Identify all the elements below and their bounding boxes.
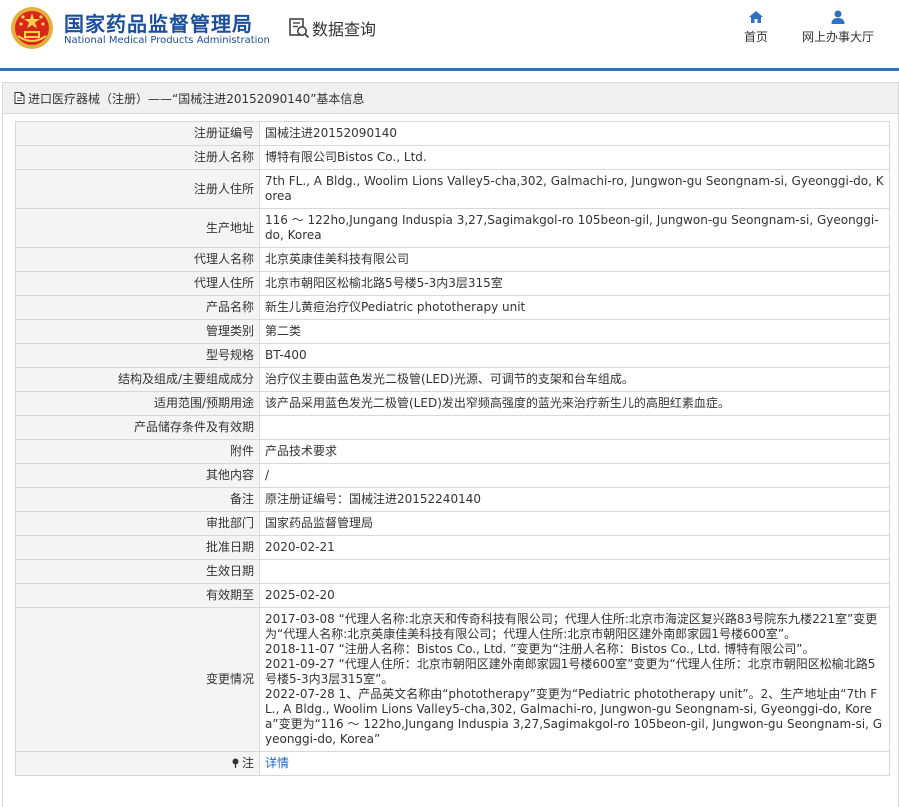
change-history: 2017-03-08 “代理人名称:北京天和传奇科技有限公司；代理人住所:北京市…	[259, 607, 890, 752]
nav-online-service-hall-label: 网上办事大厅	[801, 30, 874, 44]
field-value: 116 ～ 122ho,Jungang Induspia 3,27,Sagima…	[259, 208, 890, 248]
table-row: 结构及组成/主要组成成分 治疗仪主要由蓝色发光二极管(LED)光源、可调节的支架和…	[15, 367, 890, 392]
table-row: 代理人住所 北京市朝阳区松榆北路5号楼5-3内3层315室	[15, 271, 890, 296]
field-label: 变更情况	[15, 607, 260, 752]
field-value: 北京英康佳美科技有限公司	[259, 247, 890, 272]
data-query-label: 数据查询	[312, 20, 377, 39]
table-row: 生效日期	[15, 559, 890, 584]
table-row: 批准日期 2020-02-21	[15, 535, 890, 560]
table-row: 注册人住所 7th FL., A Bldg., Woolim Lions Vall…	[15, 169, 890, 209]
field-label: 生产地址	[15, 208, 260, 248]
field-label: 代理人名称	[15, 247, 260, 272]
header-divider	[0, 68, 899, 71]
detail-panel: 进口医疗器械（注册）——“国械注进20152090140”基本信息 注册证编号国…	[2, 82, 899, 807]
table-row-note: 注 详情	[15, 751, 890, 776]
field-label: 代理人住所	[15, 271, 260, 296]
field-value: 国家药品监督管理局	[259, 511, 890, 536]
field-value: 该产品采用蓝色发光二极管(LED)发出窄频高强度的蓝光来治疗新生儿的高胆红素血症…	[259, 391, 890, 416]
data-query-icon	[289, 18, 310, 39]
table-row: 附件 产品技术要求	[15, 439, 890, 464]
field-value: /	[259, 463, 890, 488]
field-label: 管理类别	[15, 319, 260, 344]
field-value: 新生儿黄疸治疗仪Pediatric phototherapy unit	[259, 295, 890, 320]
user-icon	[831, 10, 845, 24]
field-label: 型号规格	[15, 343, 260, 368]
table-row: 管理类别 第二类	[15, 319, 890, 344]
brand-name-en[interactable]: National Medical Products Administration	[64, 35, 270, 46]
data-query-section[interactable]: 数据查询	[288, 15, 376, 41]
table-row: 注册人名称 博特有限公司Bistos Co., Ltd.	[15, 145, 890, 170]
brand-name-cn[interactable]: 国家药品监督管理局	[64, 8, 253, 37]
table-row: 有效期至 2025-02-20	[15, 583, 890, 608]
field-value: 2020-02-21	[259, 535, 890, 560]
field-label: 适用范围/预期用途	[15, 391, 260, 416]
field-label: 注册证编号	[15, 121, 260, 146]
table-row: 注册证编号 国械注进20152090140	[15, 121, 890, 146]
field-value: 第二类	[259, 319, 890, 344]
field-label: 有效期至	[15, 583, 260, 608]
table-row: 其他内容 /	[15, 463, 890, 488]
table-row: 产品储存条件及有效期	[15, 415, 890, 440]
nav-home-label: 首页	[743, 30, 768, 44]
details-link[interactable]: 详情	[265, 756, 289, 770]
table-row: 产品名称 新生儿黄疸治疗仪Pediatric phototherapy unit	[15, 295, 890, 320]
field-value: BT-400	[259, 343, 890, 368]
home-icon	[749, 11, 763, 23]
site-header: 国家药品监督管理局 National Medical Products Admi…	[0, 0, 899, 68]
pin-icon	[232, 758, 239, 768]
field-label: 备注	[15, 487, 260, 512]
field-value: 治疗仪主要由蓝色发光二极管(LED)光源、可调节的支架和台车组成。	[259, 367, 890, 392]
table-row: 生产地址 116 ～ 122ho,Jungang Induspia 3,27,Sa…	[15, 208, 890, 248]
table-row: 型号规格 BT-400	[15, 343, 890, 368]
change-entry: 2021-09-27 “代理人住所：北京市朝阳区建外南郎家园1号楼600室”变更…	[265, 657, 876, 686]
panel-titlebar: 进口医疗器械（注册）——“国械注进20152090140”基本信息	[3, 83, 898, 114]
field-label: 审批部门	[15, 511, 260, 536]
field-label: 生效日期	[15, 559, 260, 584]
table-row: 适用范围/预期用途 该产品采用蓝色发光二极管(LED)发出窄频高强度的蓝光来治疗新…	[15, 391, 890, 416]
note-label: 注	[241, 756, 254, 770]
field-value: 国械注进20152090140	[259, 121, 890, 146]
change-entry: 2018-11-07 “注册人名称：Bistos Co., Ltd. ”变更为“…	[265, 642, 815, 656]
document-icon	[14, 92, 25, 104]
field-label: 注册人住所	[15, 169, 260, 209]
field-label: 结构及组成/主要组成成分	[15, 367, 260, 392]
field-value	[259, 559, 890, 584]
change-entry: 2022-07-28 1、产品英文名称由“phototherapy”变更为“Pe…	[265, 687, 883, 746]
table-row: 备注 原注册证编号：国械注进20152240140	[15, 487, 890, 512]
field-value: 博特有限公司Bistos Co., Ltd.	[259, 145, 890, 170]
change-entry: 2017-03-08 “代理人名称:北京天和传奇科技有限公司；代理人住所:北京市…	[265, 612, 878, 641]
field-value: 北京市朝阳区松榆北路5号楼5-3内3层315室	[259, 271, 890, 296]
field-value	[259, 415, 890, 440]
field-value: 2025-02-20	[259, 583, 890, 608]
note-value: 详情	[259, 751, 890, 776]
nav-online-service-hall[interactable]: 网上办事大厅	[800, 10, 876, 45]
table-row: 审批部门 国家药品监督管理局	[15, 511, 890, 536]
field-label: 批准日期	[15, 535, 260, 560]
national-emblem-icon	[11, 7, 53, 49]
field-label: 附件	[15, 439, 260, 464]
table-row-changes: 变更情况 2017-03-08 “代理人名称:北京天和传奇科技有限公司；代理人住…	[15, 607, 890, 752]
note-label-cell: 注	[15, 751, 260, 776]
table-row: 代理人名称 北京英康佳美科技有限公司	[15, 247, 890, 272]
field-label: 其他内容	[15, 463, 260, 488]
field-value: 原注册证编号：国械注进20152240140	[259, 487, 890, 512]
field-label: 注册人名称	[15, 145, 260, 170]
nav-home[interactable]: 首页	[740, 10, 772, 45]
field-value: 7th FL., A Bldg., Woolim Lions Valley5-c…	[259, 169, 890, 209]
field-value: 产品技术要求	[259, 439, 890, 464]
field-label: 产品储存条件及有效期	[15, 415, 260, 440]
panel-title: 进口医疗器械（注册）——“国械注进20152090140”基本信息	[28, 91, 365, 106]
registration-info-table: 注册证编号 国械注进20152090140 注册人名称 博特有限公司Bistos C…	[15, 121, 890, 776]
field-label: 产品名称	[15, 295, 260, 320]
